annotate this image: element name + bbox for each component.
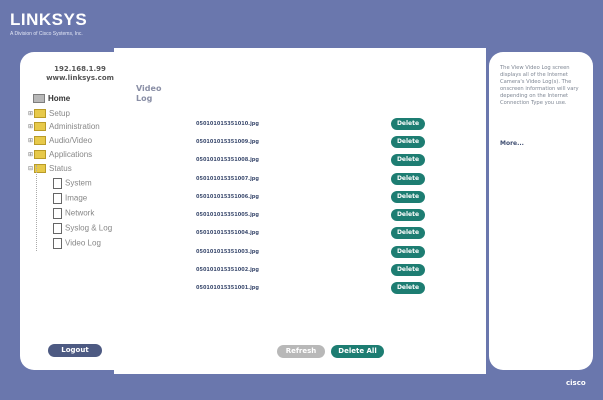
- nav-status-video-log-label: Video Log: [65, 238, 101, 248]
- video-file-link[interactable]: 050101015351004.jpg: [196, 230, 259, 236]
- delete-button[interactable]: Delete: [391, 246, 425, 258]
- delete-button[interactable]: Delete: [391, 282, 425, 294]
- nav-status-network[interactable]: Network: [53, 208, 94, 219]
- video-file-link[interactable]: 050101015351007.jpg: [196, 176, 259, 182]
- delete-button[interactable]: Delete: [391, 173, 425, 185]
- device-ip: 192.168.1.99: [54, 65, 106, 73]
- nav-home[interactable]: Home: [33, 94, 71, 104]
- delete-all-button[interactable]: Delete All: [331, 345, 384, 358]
- delete-button[interactable]: Delete: [391, 209, 425, 221]
- nav-administration-label: Administration: [49, 122, 100, 131]
- nav-audio-video-label: Audio/Video: [49, 136, 93, 145]
- cisco-logo: cisco: [566, 379, 586, 387]
- document-icon: [53, 208, 62, 219]
- nav-audio-video[interactable]: ⊞ Audio/Video: [28, 136, 93, 146]
- logout-button[interactable]: Logout: [48, 344, 102, 357]
- nav-administration[interactable]: ⊞ Administration: [28, 122, 100, 132]
- document-icon: [53, 223, 62, 234]
- video-file-link[interactable]: 050101015351001.jpg: [196, 285, 259, 291]
- tree-connector: [36, 165, 51, 251]
- document-icon: [53, 193, 62, 204]
- nav-setup[interactable]: ⊞ Setup: [28, 109, 70, 119]
- nav-status-video-log[interactable]: Video Log: [53, 238, 101, 249]
- more-link[interactable]: More...: [500, 140, 524, 147]
- nav-applications-label: Applications: [49, 150, 93, 159]
- nav-applications[interactable]: ⊞ Applications: [28, 150, 93, 160]
- folder-icon: [34, 122, 47, 132]
- nav-status-syslog-label: Syslog & Log: [65, 223, 113, 233]
- nav-status-image-label: Image: [65, 193, 88, 203]
- brand-logo: LINKSYS: [10, 10, 88, 29]
- video-file-link[interactable]: 050101015351006.jpg: [196, 194, 259, 200]
- help-text: The View Video Log screen displays all o…: [500, 65, 579, 106]
- delete-button[interactable]: Delete: [391, 227, 425, 239]
- delete-button[interactable]: Delete: [391, 154, 425, 166]
- brand-tagline: A Division of Cisco Systems, Inc.: [10, 31, 83, 37]
- nav-status-syslog[interactable]: Syslog & Log: [53, 223, 112, 234]
- nav-status-system[interactable]: System: [53, 178, 92, 189]
- delete-button[interactable]: Delete: [391, 264, 425, 276]
- page-title: Video Log: [136, 84, 162, 103]
- expand-icon: ⊞: [28, 152, 34, 159]
- expand-icon: ⊞: [28, 124, 34, 131]
- video-file-link[interactable]: 050101015351010.jpg: [196, 121, 259, 127]
- folder-icon: [34, 150, 47, 160]
- video-file-link[interactable]: 050101015351008.jpg: [196, 157, 259, 163]
- delete-button[interactable]: Delete: [391, 118, 425, 130]
- folder-icon: [34, 136, 47, 146]
- video-file-link[interactable]: 050101015351002.jpg: [196, 267, 259, 273]
- collapse-icon: ⊟: [28, 166, 34, 173]
- video-file-link[interactable]: 050101015351009.jpg: [196, 139, 259, 145]
- nav-status-label: Status: [49, 164, 72, 173]
- expand-icon: ⊞: [28, 138, 34, 145]
- header: LINKSYS A Division of Cisco Systems, Inc…: [0, 0, 603, 44]
- document-icon: [53, 178, 62, 189]
- nav-setup-label: Setup: [49, 109, 70, 118]
- delete-button[interactable]: Delete: [391, 191, 425, 203]
- refresh-button[interactable]: Refresh: [277, 345, 325, 358]
- nav-home-label: Home: [48, 94, 71, 103]
- expand-icon: ⊞: [28, 111, 34, 118]
- home-icon: [33, 94, 45, 104]
- video-file-link[interactable]: 050101015351005.jpg: [196, 212, 259, 218]
- folder-icon: [34, 109, 47, 119]
- site-link[interactable]: www.linksys.com: [34, 74, 126, 82]
- nav-status-system-label: System: [65, 178, 92, 188]
- document-icon: [53, 238, 62, 249]
- video-file-link[interactable]: 050101015351003.jpg: [196, 249, 259, 255]
- delete-button[interactable]: Delete: [391, 136, 425, 148]
- nav-status-image[interactable]: Image: [53, 193, 87, 204]
- nav-status-network-label: Network: [65, 208, 95, 218]
